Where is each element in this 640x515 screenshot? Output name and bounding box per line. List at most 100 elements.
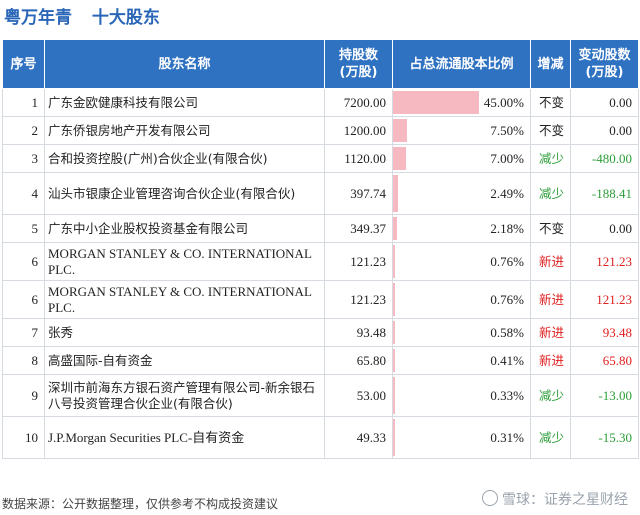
shares-delta: 121.23: [570, 242, 639, 281]
col-header-name: 股东名称: [44, 39, 325, 89]
shareholder-name: 广东中小企业股权投资基金有限公司: [44, 214, 325, 243]
ratio-value: 7.50%: [490, 122, 524, 138]
row-index: 4: [2, 172, 45, 215]
row-index: 7: [2, 318, 45, 347]
table-row: 3 合和投资控股(广州)合伙企业(有限合伙) 1120.00 7.00% 减少 -480.…: [2, 144, 639, 173]
change-status: 减少: [530, 144, 571, 173]
shares-held: 65.80: [324, 346, 393, 375]
shares-delta: 0.00: [570, 88, 639, 117]
row-index: 9: [2, 374, 45, 417]
ratio-value: 7.00%: [490, 150, 524, 166]
change-status: 减少: [530, 416, 571, 459]
table-row: 5 广东中小企业股权投资基金有限公司 349.37 2.18% 不变 0.00: [2, 214, 639, 243]
watermark-text: 雪球：证券之星财经: [502, 492, 628, 508]
shareholder-name: 深圳市前海东方银石资产管理有限公司-新余银石八号投资管理合伙企业(有限合伙): [44, 374, 325, 417]
ratio-cell: 0.76%: [392, 242, 531, 281]
shareholder-name: 张秀: [44, 318, 325, 347]
shares-held: 7200.00: [324, 88, 393, 117]
ratio-cell: 0.33%: [392, 374, 531, 417]
change-status: 不变: [530, 116, 571, 145]
shares-delta: 0.00: [570, 116, 639, 145]
table-row: 1 广东金欧健康科技有限公司 7200.00 45.00% 不变 0.00: [2, 88, 639, 117]
shares-delta: 93.48: [570, 318, 639, 347]
company-name: 粤万年青: [4, 8, 72, 28]
shares-delta: 121.23: [570, 280, 639, 319]
table-row: 2 广东侨银房地产开发有限公司 1200.00 7.50% 不变 0.00: [2, 116, 639, 145]
shares-delta: -15.30: [570, 416, 639, 459]
page-title: 粤万年青 十大股东: [4, 3, 174, 29]
watermark: 雪球：证券之星财经: [482, 489, 628, 509]
ratio-cell: 0.76%: [392, 280, 531, 319]
table-row: 8 高盛国际-自有资金 65.80 0.41% 新进 65.80: [2, 346, 639, 375]
table-row: 10 J.P.Morgan Securities PLC-自有资金 49.33 0.3…: [2, 416, 639, 459]
shares-delta: 65.80: [570, 346, 639, 375]
ratio-value: 0.76%: [490, 291, 524, 307]
ratio-cell: 7.00%: [392, 144, 531, 173]
row-index: 5: [2, 214, 45, 243]
shares-held: 49.33: [324, 416, 393, 459]
shares-held: 53.00: [324, 374, 393, 417]
row-index: 3: [2, 144, 45, 173]
shareholder-name: J.P.Morgan Securities PLC-自有资金: [44, 416, 325, 459]
change-status: 不变: [530, 214, 571, 243]
table-row: 9 深圳市前海东方银石资产管理有限公司-新余银石八号投资管理合伙企业(有限合伙) 5…: [2, 374, 639, 417]
shares-held: 1120.00: [324, 144, 393, 173]
ratio-cell: 2.49%: [392, 172, 531, 215]
ratio-cell: 0.58%: [392, 318, 531, 347]
shares-delta: -188.41: [570, 172, 639, 215]
change-status: 新进: [530, 346, 571, 375]
shares-held: 121.23: [324, 280, 393, 319]
table-header-row: 序号 股东名称 持股数 (万股) 占总流通股本比例 增减 变动股数 (万股): [2, 39, 639, 89]
table-row: 6 MORGAN STANLEY & CO. INTERNATIONAL PLC.…: [2, 280, 639, 319]
ratio-value: 0.76%: [490, 253, 524, 269]
ratio-cell: 0.31%: [392, 416, 531, 459]
shareholders-table: 序号 股东名称 持股数 (万股) 占总流通股本比例 增减 变动股数 (万股) 1 广东…: [2, 39, 639, 459]
col-header-delta: 变动股数 (万股): [570, 39, 639, 89]
ratio-value: 0.31%: [490, 429, 524, 445]
shares-held: 1200.00: [324, 116, 393, 145]
ratio-value: 2.49%: [490, 185, 524, 201]
shares-held: 121.23: [324, 242, 393, 281]
shares-held: 93.48: [324, 318, 393, 347]
col-header-ratio: 占总流通股本比例: [392, 39, 531, 89]
row-index: 6: [2, 280, 45, 319]
shareholder-name: MORGAN STANLEY & CO. INTERNATIONAL PLC.: [44, 280, 325, 319]
shareholder-name: 广东金欧健康科技有限公司: [44, 88, 325, 117]
change-status: 减少: [530, 374, 571, 417]
row-index: 1: [2, 88, 45, 117]
change-status: 新进: [530, 280, 571, 319]
table-row: 6 MORGAN STANLEY & CO. INTERNATIONAL PLC.…: [2, 242, 639, 281]
snowball-logo-icon: [482, 490, 498, 506]
ratio-value: 0.33%: [490, 387, 524, 403]
ratio-cell: 7.50%: [392, 116, 531, 145]
shareholder-name: MORGAN STANLEY & CO. INTERNATIONAL PLC.: [44, 242, 325, 281]
shares-delta: -13.00: [570, 374, 639, 417]
col-header-shares: 持股数 (万股): [324, 39, 393, 89]
ratio-cell: 2.18%: [392, 214, 531, 243]
shareholder-name: 广东侨银房地产开发有限公司: [44, 116, 325, 145]
shares-delta: 0.00: [570, 214, 639, 243]
shares-held: 397.74: [324, 172, 393, 215]
col-header-change: 增减: [530, 39, 571, 89]
change-status: 新进: [530, 242, 571, 281]
row-index: 8: [2, 346, 45, 375]
shares-delta: -480.00: [570, 144, 639, 173]
ratio-cell: 45.00%: [392, 88, 531, 117]
data-source-note: 数据来源：公开数据整理，仅供参考不构成投资建议: [2, 497, 279, 511]
row-index: 10: [2, 416, 45, 459]
shareholder-name: 合和投资控股(广州)合伙企业(有限合伙): [44, 144, 325, 173]
row-index: 2: [2, 116, 45, 145]
row-index: 6: [2, 242, 45, 281]
ratio-value: 45.00%: [483, 94, 524, 110]
ratio-value: 2.18%: [490, 220, 524, 236]
table-row: 7 张秀 93.48 0.58% 新进 93.48: [2, 318, 639, 347]
table-subtitle: 十大股东: [91, 8, 160, 28]
ratio-value: 0.41%: [490, 352, 524, 368]
change-status: 减少: [530, 172, 571, 215]
col-header-index: 序号: [2, 39, 45, 89]
shares-held: 349.37: [324, 214, 393, 243]
ratio-value: 0.58%: [490, 324, 524, 340]
shareholder-name: 高盛国际-自有资金: [44, 346, 325, 375]
ratio-cell: 0.41%: [392, 346, 531, 375]
table-row: 4 汕头市银康企业管理咨询合伙企业(有限合伙) 397.74 2.49% 减少 -188.…: [2, 172, 639, 215]
